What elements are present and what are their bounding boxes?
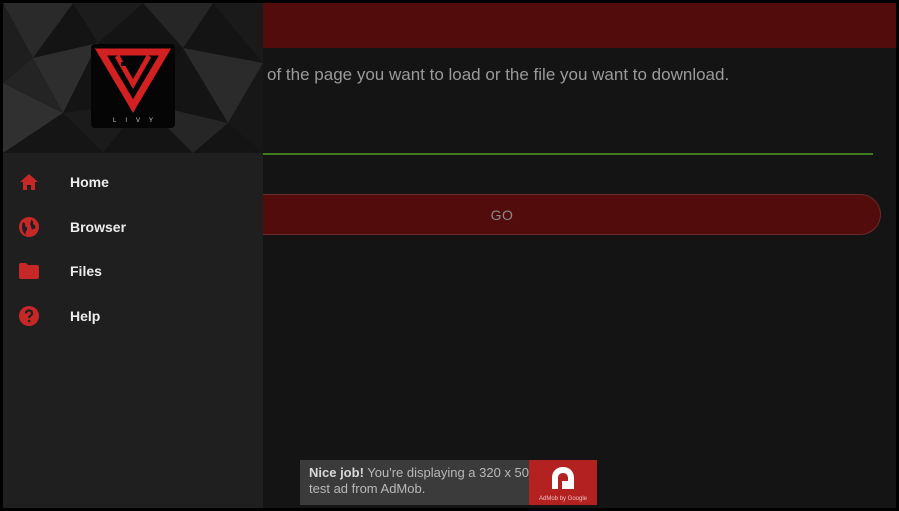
app-screen: Type the URL of the page you want to loa… <box>3 3 896 508</box>
admob-caption: AdMob by Google <box>538 496 588 502</box>
app-logo: LIVY <box>91 44 175 128</box>
livy-logo-icon <box>94 48 172 113</box>
drawer-item-label: Files <box>70 263 102 280</box>
ad-headline: Nice job! <box>309 465 364 480</box>
drawer-item-browser[interactable]: Browser <box>3 205 263 250</box>
drawer-header: LIVY <box>3 3 263 153</box>
app-logo-text: LIVY <box>112 118 162 124</box>
admob-logo: AdMob by Google <box>529 460 597 505</box>
ad-text: Nice job! You're displaying a 320 x 50 t… <box>300 460 529 505</box>
folder-icon <box>18 260 40 282</box>
drawer-menu: Home Browser Files Help <box>3 160 263 338</box>
help-icon <box>18 305 40 327</box>
ad-banner[interactable]: Nice job! You're displaying a 320 x 50 t… <box>300 460 597 505</box>
home-icon <box>18 171 40 193</box>
globe-icon <box>18 216 40 238</box>
drawer-item-files[interactable]: Files <box>3 249 263 294</box>
drawer-item-help[interactable]: Help <box>3 294 263 339</box>
nav-drawer: LIVY Home Browser Files Help <box>3 3 263 508</box>
drawer-item-label: Home <box>70 174 109 191</box>
drawer-item-label: Help <box>70 307 101 324</box>
drawer-item-home[interactable]: Home <box>3 160 263 205</box>
admob-icon <box>552 467 574 489</box>
drawer-item-label: Browser <box>70 218 127 235</box>
